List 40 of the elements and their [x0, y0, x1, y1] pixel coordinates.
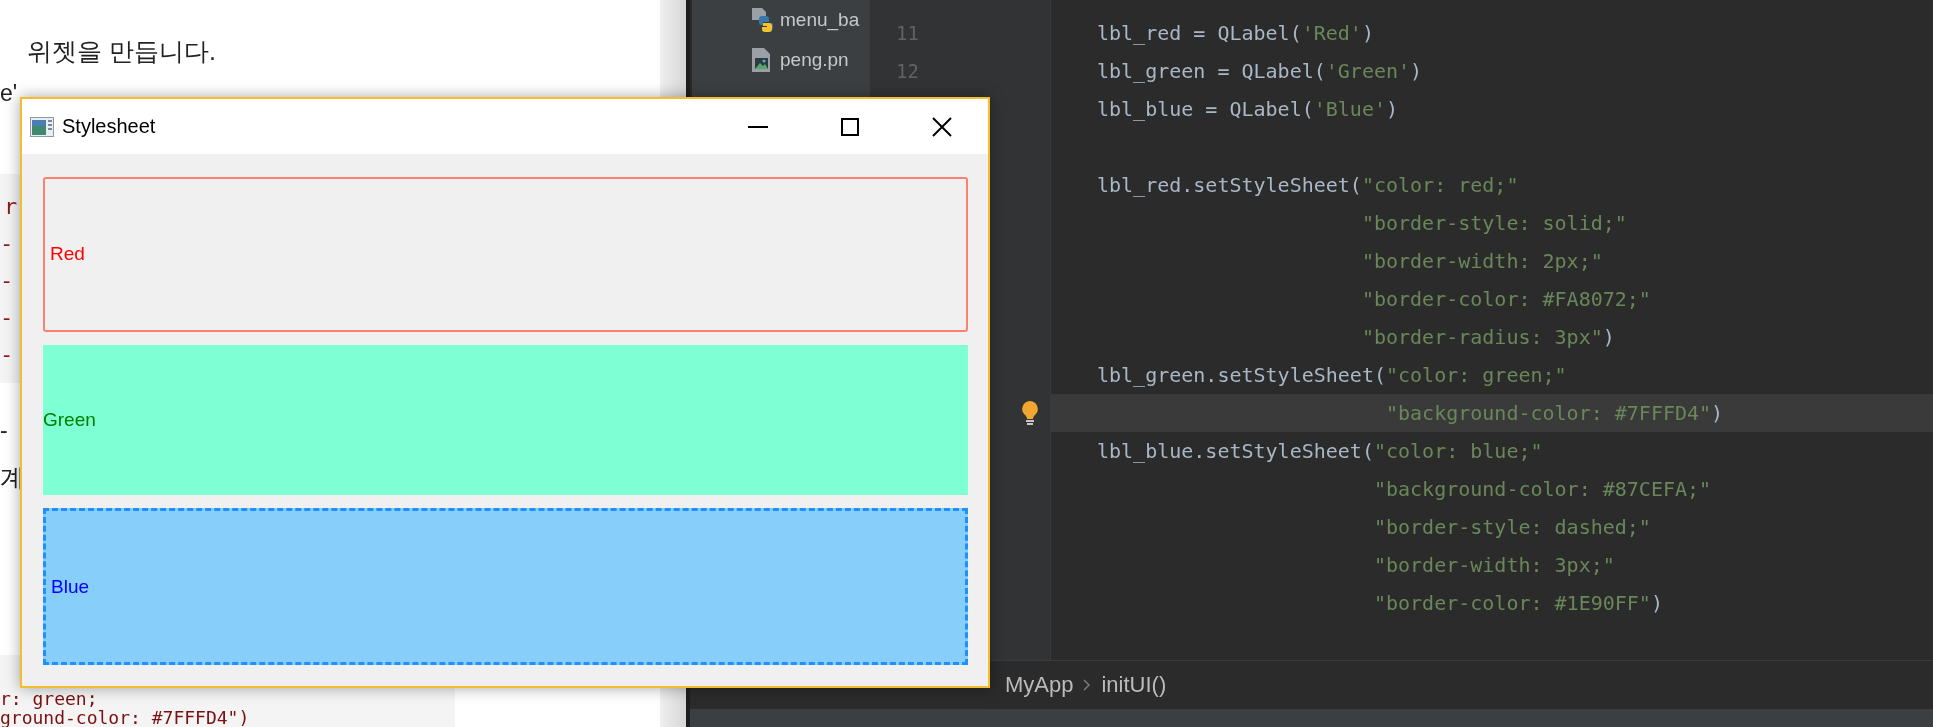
code-line: lbl_red.setStyleSheet("color: red;": [1097, 173, 1519, 197]
code-line: ground-color: #7FFFD4"): [0, 708, 250, 727]
styled-label: Blue: [43, 508, 968, 665]
code-line: "border-style: dashed;": [1373, 515, 1651, 539]
code-line: "border-color: #FA8072;": [1361, 287, 1651, 311]
code-line: "border-color: #1E90FF"): [1373, 591, 1663, 615]
lightbulb-icon[interactable]: [1020, 400, 1040, 426]
code-line: r: [3, 193, 18, 221]
chevron-icon: [1083, 679, 1092, 691]
code-line: -: [0, 304, 14, 332]
code-line: "border-width: 2px;": [1361, 249, 1603, 273]
code-line: -: [0, 267, 14, 295]
code-line: "border-width: 3px;": [1373, 553, 1615, 577]
window-title: Stylesheet: [62, 115, 156, 138]
file-name[interactable]: menu_ba: [780, 9, 860, 31]
code-line: lbl_green = QLabel('Green'): [1097, 59, 1423, 83]
paragraph-text: -: [0, 416, 8, 445]
code-line: lbl_blue.setStyleSheet("color: blue;": [1097, 439, 1543, 463]
maximize-icon: [841, 117, 859, 136]
styled-label: Green: [43, 344, 968, 496]
breadcrumb-item[interactable]: initUI(): [1101, 672, 1167, 698]
minimize-icon: [748, 125, 768, 128]
code-line: "background-color: #7FFFD4"): [1386, 401, 1724, 425]
code-line: r: green;: [0, 689, 98, 708]
code-line: -: [0, 230, 14, 258]
code-line: "border-style: solid;": [1361, 211, 1627, 235]
file-name[interactable]: peng.pn: [780, 49, 849, 71]
breadcrumb-item[interactable]: MyApp: [1005, 672, 1074, 698]
python-file-icon: [750, 7, 774, 33]
app-icon: [30, 116, 54, 137]
code-line: lbl_green.setStyleSheet("color: green;": [1097, 363, 1567, 387]
code-line: "border-radius: 3px"): [1361, 325, 1615, 349]
code-line: "background-color: #87CEFA;": [1373, 477, 1712, 501]
close-icon: [932, 116, 952, 137]
code-line: -: [0, 341, 14, 369]
paragraph-text: e': [0, 79, 18, 108]
styled-label: Red: [43, 177, 968, 332]
code-line: lbl_blue = QLabel('Blue'): [1097, 97, 1399, 121]
code-line: lbl_red = QLabel('Red'): [1097, 21, 1374, 45]
paragraph-text: 위젯을 만듭니다.: [26, 36, 216, 66]
